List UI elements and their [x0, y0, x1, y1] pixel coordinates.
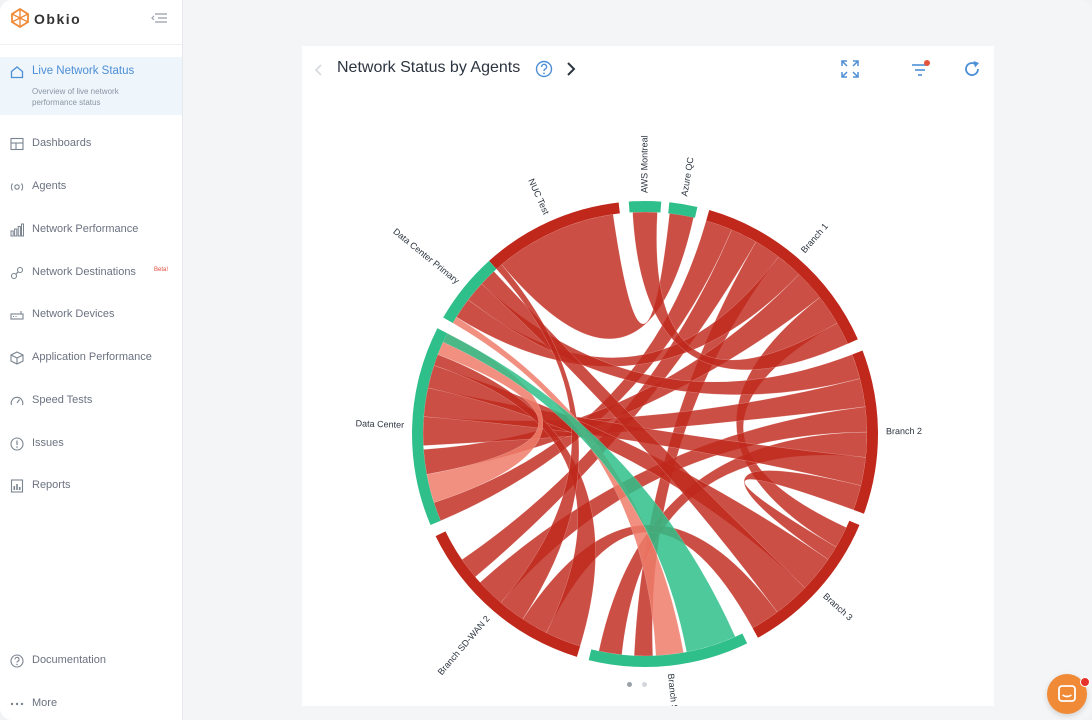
app-window: Obkio Live Network Status Overview of li…: [0, 0, 1092, 720]
pager-dot-active[interactable]: [627, 682, 632, 687]
sidebar-item-live-network-status[interactable]: Live Network Status Overview of live net…: [0, 57, 182, 115]
notification-dot: [1080, 677, 1090, 687]
chord-label: Branch 3: [821, 591, 854, 623]
chord-label: Azure QC: [679, 156, 695, 197]
sidebar-item-network-destinations[interactable]: Network Destinations Beta!: [0, 259, 182, 287]
sidebar-item-description: Overview of live network performance sta…: [32, 87, 119, 107]
chord-label: Data Center Primary: [391, 226, 461, 286]
alert-icon: [10, 437, 24, 451]
destinations-icon: [10, 266, 24, 280]
sidebar-item-agents[interactable]: Agents: [0, 173, 182, 201]
more-icon: [10, 702, 24, 706]
sidebar-item-reports[interactable]: Reports: [0, 472, 182, 500]
sidebar-item-label: Issues: [32, 437, 64, 449]
question-icon: [10, 654, 24, 668]
pager-dot[interactable]: [642, 682, 647, 687]
sidebar-item-dashboards[interactable]: Dashboards: [0, 130, 182, 158]
obkio-logo-icon[interactable]: [10, 8, 30, 28]
sidebar-item-documentation[interactable]: Documentation: [0, 647, 182, 675]
chord-label: Branch 1: [799, 221, 830, 255]
sidebar-item-application-performance[interactable]: Application Performance: [0, 344, 182, 372]
chord-arc-aws-montreal[interactable]: [628, 200, 662, 213]
dashboard-icon: [10, 137, 24, 151]
cube-icon: [10, 351, 24, 365]
sidebar-item-label: Speed Tests: [32, 394, 93, 406]
chord-label: Data Center: [355, 418, 404, 430]
sidebar-item-issues[interactable]: Issues: [0, 430, 182, 458]
sidebar-item-label: Live Network Status: [32, 65, 135, 77]
sidebar-item-label: Dashboards: [32, 137, 92, 149]
sidebar-item-label: Agents: [32, 180, 67, 192]
sidebar-item-speed-tests[interactable]: Speed Tests: [0, 387, 182, 415]
sidebar-item-label: Application Performance: [32, 351, 152, 363]
chord-label: Branch SD-WAN: [666, 673, 683, 706]
chord-diagram: NUC Test AWS Montreal Azure QC Branch 1 Bran…: [355, 135, 922, 706]
chord-label: Branch SD-WAN 2: [436, 614, 492, 677]
sidebar: Obkio Live Network Status Overview of li…: [0, 0, 183, 720]
bar-chart-icon: [10, 223, 24, 237]
sidebar-item-label: Network Devices: [32, 308, 115, 320]
agent-icon: [10, 183, 24, 191]
chord-label: NUC Test: [526, 177, 551, 217]
sidebar-item-label: Reports: [32, 479, 71, 491]
logo-text: Obkio: [34, 11, 82, 27]
logo-row: Obkio: [0, 0, 182, 45]
beta-badge: Beta!: [154, 267, 169, 273]
network-status-panel: Network Status by Agents NUC Test AWS Mo…: [302, 46, 994, 706]
sidebar-item-label: More: [32, 697, 58, 709]
home-icon: [10, 66, 24, 79]
chord-label: AWS Montreal: [639, 135, 649, 193]
report-icon: [10, 479, 24, 493]
chord-label: Branch 2: [886, 426, 922, 436]
sidebar-item-more[interactable]: More: [0, 690, 182, 718]
sidebar-item-label: Documentation: [32, 654, 106, 666]
gauge-icon: [10, 396, 24, 406]
collapse-menu-icon[interactable]: [150, 11, 168, 25]
router-icon: [10, 311, 24, 320]
sidebar-item-network-performance[interactable]: Network Performance: [0, 216, 182, 244]
sidebar-item-label: Network Performance: [32, 223, 139, 235]
sidebar-item-label: Network Destinations: [32, 266, 136, 278]
sidebar-item-network-devices[interactable]: Network Devices: [0, 301, 182, 329]
